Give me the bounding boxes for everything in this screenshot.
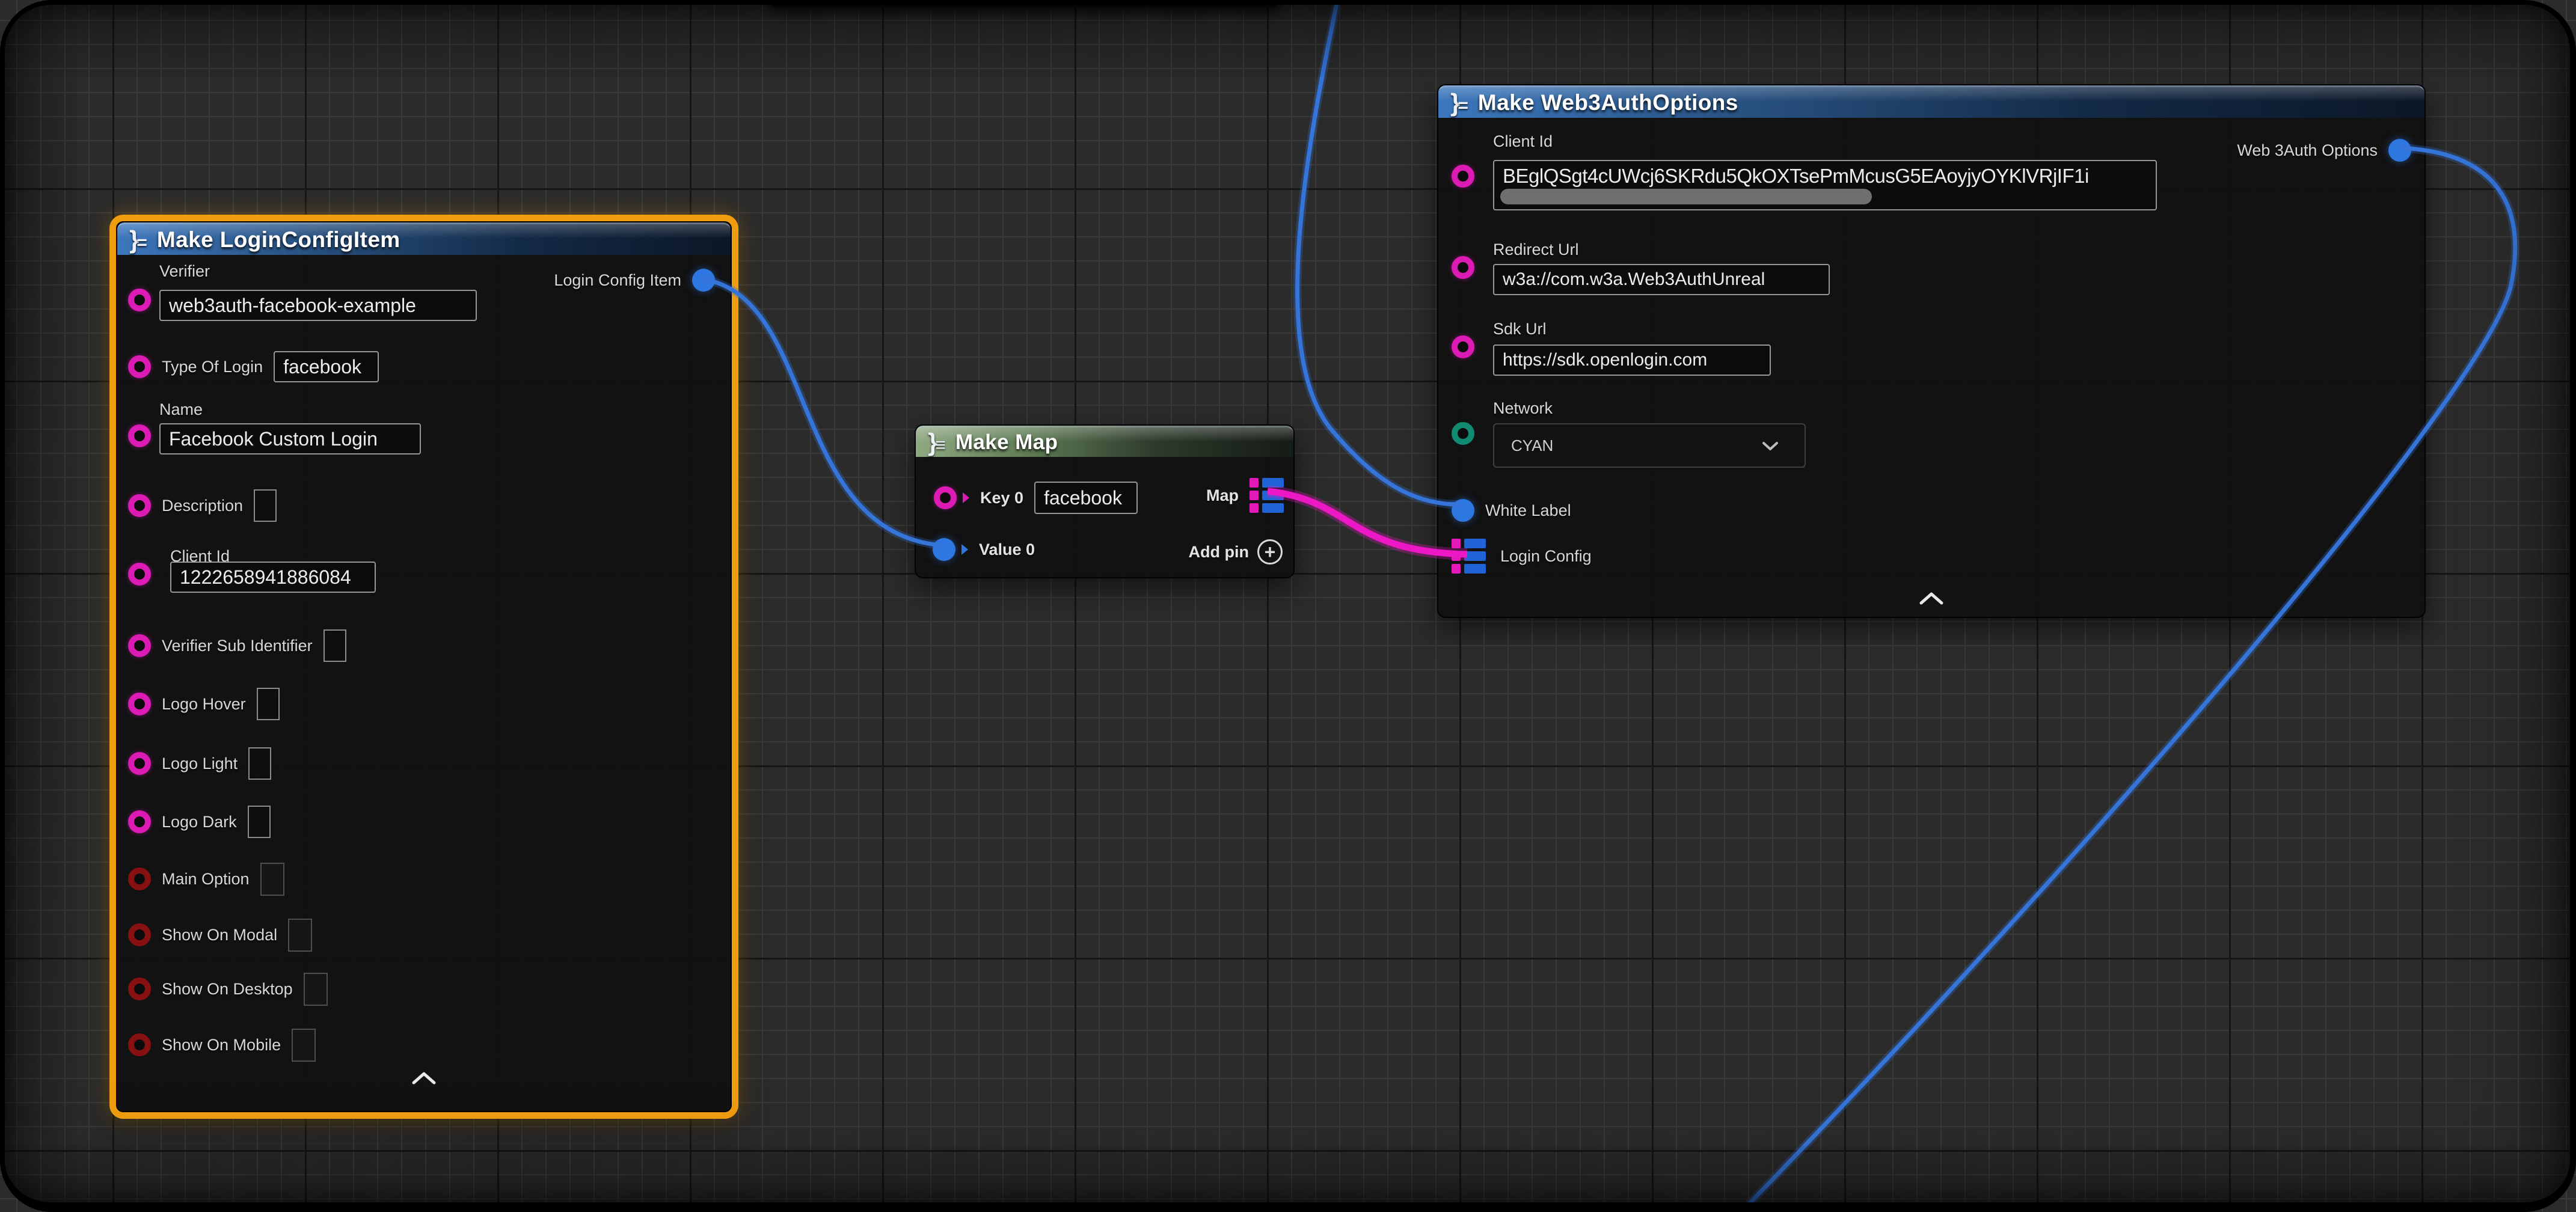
pin-label-key-0: Key 0	[980, 489, 1023, 507]
name-input-pin[interactable]	[128, 424, 151, 447]
row-show-on-desktop: Show On Desktop	[128, 972, 328, 1006]
main-option-input-pin[interactable]	[128, 868, 151, 890]
node-header-make-loginconfigitem[interactable]: }= Make LoginConfigItem	[117, 222, 731, 255]
collapse-chevron-icon[interactable]	[1919, 592, 1943, 608]
name-field[interactable]: Facebook Custom Login	[159, 423, 421, 454]
verifier-sub-identifier-field[interactable]	[324, 629, 346, 662]
logo-hover-input-pin[interactable]	[128, 693, 151, 715]
client-id-field-scrollbar[interactable]	[1500, 189, 1872, 204]
pin-label-client-id: Client Id	[1493, 132, 1553, 151]
sdk-url-field[interactable]: https://sdk.openlogin.com	[1493, 344, 1771, 376]
verifier-sub-identifier-input-pin[interactable]	[128, 634, 151, 657]
description-field[interactable]	[254, 489, 277, 522]
description-input-pin[interactable]	[128, 494, 151, 517]
pin-label-show-on-modal: Show On Modal	[162, 926, 277, 944]
pin-label-white-label: White Label	[1485, 501, 1571, 520]
network-dropdown-value: CYAN	[1511, 436, 1553, 455]
show-on-desktop-checkbox[interactable]	[304, 973, 328, 1006]
node-make-web3authoptions[interactable]: }= Make Web3AuthOptions Web 3Auth Option…	[1437, 84, 2426, 618]
main-option-checkbox[interactable]	[260, 863, 284, 896]
pin-label-show-on-desktop: Show On Desktop	[162, 980, 293, 999]
row-verifier-sub-identifier: Verifier Sub Identifier	[128, 629, 346, 663]
type-of-login-field[interactable]: facebook	[274, 351, 379, 382]
row-logo-dark: Logo Dark	[128, 805, 271, 839]
node-header-make-web3authoptions[interactable]: }= Make Web3AuthOptions	[1438, 85, 2424, 118]
logo-light-input-pin[interactable]	[128, 752, 151, 775]
output-row-web3auth-options: Web 3Auth Options	[2237, 133, 2411, 167]
node-header-make-map[interactable]: }≡ Make Map	[916, 426, 1293, 457]
pin-label-show-on-mobile: Show On Mobile	[162, 1036, 281, 1054]
show-on-mobile-input-pin[interactable]	[128, 1033, 151, 1056]
network-input-pin[interactable]	[1452, 422, 1474, 445]
node-title: Make LoginConfigItem	[157, 227, 400, 252]
output-pin-label-map: Map	[1206, 486, 1239, 505]
node-make-map[interactable]: }≡ Make Map Key 0 facebook Map Value 0 A…	[915, 424, 1295, 578]
logo-dark-field[interactable]	[248, 806, 271, 838]
row-type-of-login: Type Of Login facebook	[128, 350, 379, 384]
make-struct-icon: }=	[1450, 90, 1468, 115]
output-row-login-config-item: Login Config Item	[554, 263, 715, 297]
make-struct-icon: }=	[129, 227, 147, 252]
key-0-input-pin[interactable]	[934, 486, 957, 509]
add-pin-icon: +	[1257, 539, 1283, 565]
row-logo-light: Logo Light	[128, 747, 271, 780]
client-id-input-pin[interactable]	[128, 563, 151, 586]
pin-label-description: Description	[162, 497, 243, 515]
output-pin-label: Web 3Auth Options	[2237, 141, 2378, 160]
logo-light-field[interactable]	[248, 747, 271, 780]
add-pin-label: Add pin	[1189, 543, 1249, 562]
type-of-login-input-pin[interactable]	[128, 355, 151, 378]
show-on-modal-input-pin[interactable]	[128, 923, 151, 946]
client-id-input-pin[interactable]	[1452, 165, 1474, 188]
client-id-field[interactable]: 1222658941886084	[170, 562, 376, 593]
client-id-field[interactable]: BEglQSgt4cUWcj6SKRdu5QkOXTsePmMcusG5EAoy…	[1493, 160, 2157, 210]
pin-label-login-config: Login Config	[1500, 547, 1592, 566]
row-white-label: White Label	[1452, 494, 1571, 527]
redirect-url-field[interactable]: w3a://com.w3a.Web3AuthUnreal	[1493, 264, 1830, 295]
row-logo-hover: Logo Hover	[128, 687, 280, 721]
collapse-chevron-icon[interactable]	[412, 1071, 436, 1088]
key-0-field[interactable]: facebook	[1034, 482, 1138, 514]
pin-label-sdk-url: Sdk Url	[1493, 320, 1547, 338]
verifier-field[interactable]: web3auth-facebook-example	[159, 290, 477, 321]
pin-label-verifier: Verifier	[159, 262, 210, 281]
key-0-pin-wedge	[963, 492, 969, 503]
row-show-on-mobile: Show On Mobile	[128, 1028, 316, 1062]
chevron-down-icon	[1762, 436, 1778, 455]
pin-label-main-option: Main Option	[162, 870, 250, 889]
node-make-loginconfigitem[interactable]: }= Make LoginConfigItem Login Config Ite…	[116, 221, 732, 1112]
row-show-on-modal: Show On Modal	[128, 918, 312, 952]
pin-label-value-0: Value 0	[979, 540, 1035, 559]
add-pin-button[interactable]: Add pin +	[1189, 535, 1283, 569]
row-description: Description	[128, 489, 277, 522]
show-on-mobile-checkbox[interactable]	[292, 1029, 316, 1062]
pin-label-type-of-login: Type Of Login	[162, 358, 263, 376]
output-pin-label: Login Config Item	[554, 271, 681, 290]
verifier-input-pin[interactable]	[128, 289, 151, 311]
value-0-pin-wedge	[961, 544, 968, 555]
pin-label-logo-hover: Logo Hover	[162, 695, 246, 714]
logo-dark-input-pin[interactable]	[128, 810, 151, 833]
row-login-config: Login Config	[1452, 538, 1592, 574]
show-on-desktop-input-pin[interactable]	[128, 978, 151, 1000]
row-key-0: Key 0 facebook	[934, 481, 1138, 515]
sdk-url-input-pin[interactable]	[1452, 335, 1474, 358]
pin-label-verifier-sub-identifier: Verifier Sub Identifier	[162, 637, 313, 655]
show-on-modal-checkbox[interactable]	[288, 919, 312, 952]
row-value-0: Value 0	[933, 533, 1035, 566]
logo-hover-field[interactable]	[257, 688, 280, 720]
pin-label-redirect-url: Redirect Url	[1493, 240, 1579, 259]
offscreen-node-partial[interactable]	[768, 0, 1281, 7]
pin-label-logo-dark: Logo Dark	[162, 813, 237, 831]
pin-label-logo-light: Logo Light	[162, 754, 238, 773]
pin-label-network: Network	[1493, 399, 1553, 418]
node-title: Make Web3AuthOptions	[1478, 90, 1738, 115]
make-map-icon: }≡	[928, 430, 946, 455]
row-main-option: Main Option	[128, 862, 284, 896]
pin-label-name: Name	[159, 400, 203, 419]
node-title: Make Map	[955, 430, 1058, 454]
redirect-url-input-pin[interactable]	[1452, 256, 1474, 279]
network-dropdown[interactable]: CYAN	[1493, 423, 1806, 468]
